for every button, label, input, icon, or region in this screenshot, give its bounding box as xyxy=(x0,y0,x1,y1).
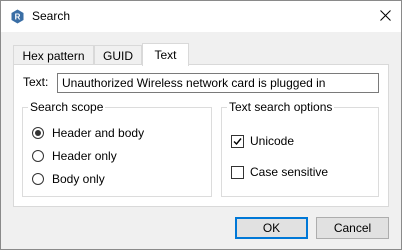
ok-button[interactable]: OK xyxy=(235,217,308,239)
text-tab-panel: Text: Unauthorized Wireless network card… xyxy=(13,64,389,207)
search-dialog: R Search Hex pattern GUID Text Text: Una… xyxy=(0,0,402,250)
close-button[interactable] xyxy=(369,1,401,32)
radio-button[interactable] xyxy=(32,173,44,185)
radio-label: Body only xyxy=(52,172,105,186)
checkbox-unicode[interactable]: Unicode xyxy=(231,133,294,149)
checkmark-icon xyxy=(233,137,242,145)
cancel-button[interactable]: Cancel xyxy=(316,217,389,239)
cancel-button-label: Cancel xyxy=(333,221,372,235)
radio-label: Header only xyxy=(52,149,117,163)
app-icon: R xyxy=(10,9,25,24)
ok-button-label: OK xyxy=(262,221,281,235)
svg-text:R: R xyxy=(15,13,21,22)
text-search-options-group: Text search options Unicode Case sensiti… xyxy=(221,100,379,197)
title-bar: R Search xyxy=(1,1,401,32)
tab-label: Text xyxy=(154,48,177,62)
radio-header-only[interactable]: Header only xyxy=(32,148,117,164)
checkbox-case-sensitive[interactable]: Case sensitive xyxy=(231,164,328,180)
search-text-input[interactable]: Unauthorized Wireless network card is pl… xyxy=(57,73,379,93)
radio-header-and-body[interactable]: Header and body xyxy=(32,125,144,141)
text-field-label: Text: xyxy=(23,75,49,89)
radio-body-only[interactable]: Body only xyxy=(32,171,105,187)
tab-label: Hex pattern xyxy=(22,48,85,63)
radio-button[interactable] xyxy=(32,127,44,139)
radio-label: Header and body xyxy=(52,126,145,140)
tab-guid[interactable]: GUID xyxy=(94,45,142,65)
checkbox[interactable] xyxy=(231,134,244,148)
checkbox-label: Case sensitive xyxy=(250,165,329,179)
window-title: Search xyxy=(32,9,71,23)
checkbox[interactable] xyxy=(231,165,244,179)
tab-label: GUID xyxy=(103,48,133,63)
radio-button[interactable] xyxy=(32,150,44,162)
search-scope-title: Search scope xyxy=(28,100,106,114)
checkbox-label: Unicode xyxy=(250,134,295,148)
tab-text[interactable]: Text xyxy=(142,43,189,66)
close-icon xyxy=(379,9,391,24)
search-scope-group: Search scope Header and body Header only… xyxy=(22,100,212,197)
tab-hex-pattern[interactable]: Hex pattern xyxy=(13,45,94,65)
text-search-options-title: Text search options xyxy=(227,100,335,114)
